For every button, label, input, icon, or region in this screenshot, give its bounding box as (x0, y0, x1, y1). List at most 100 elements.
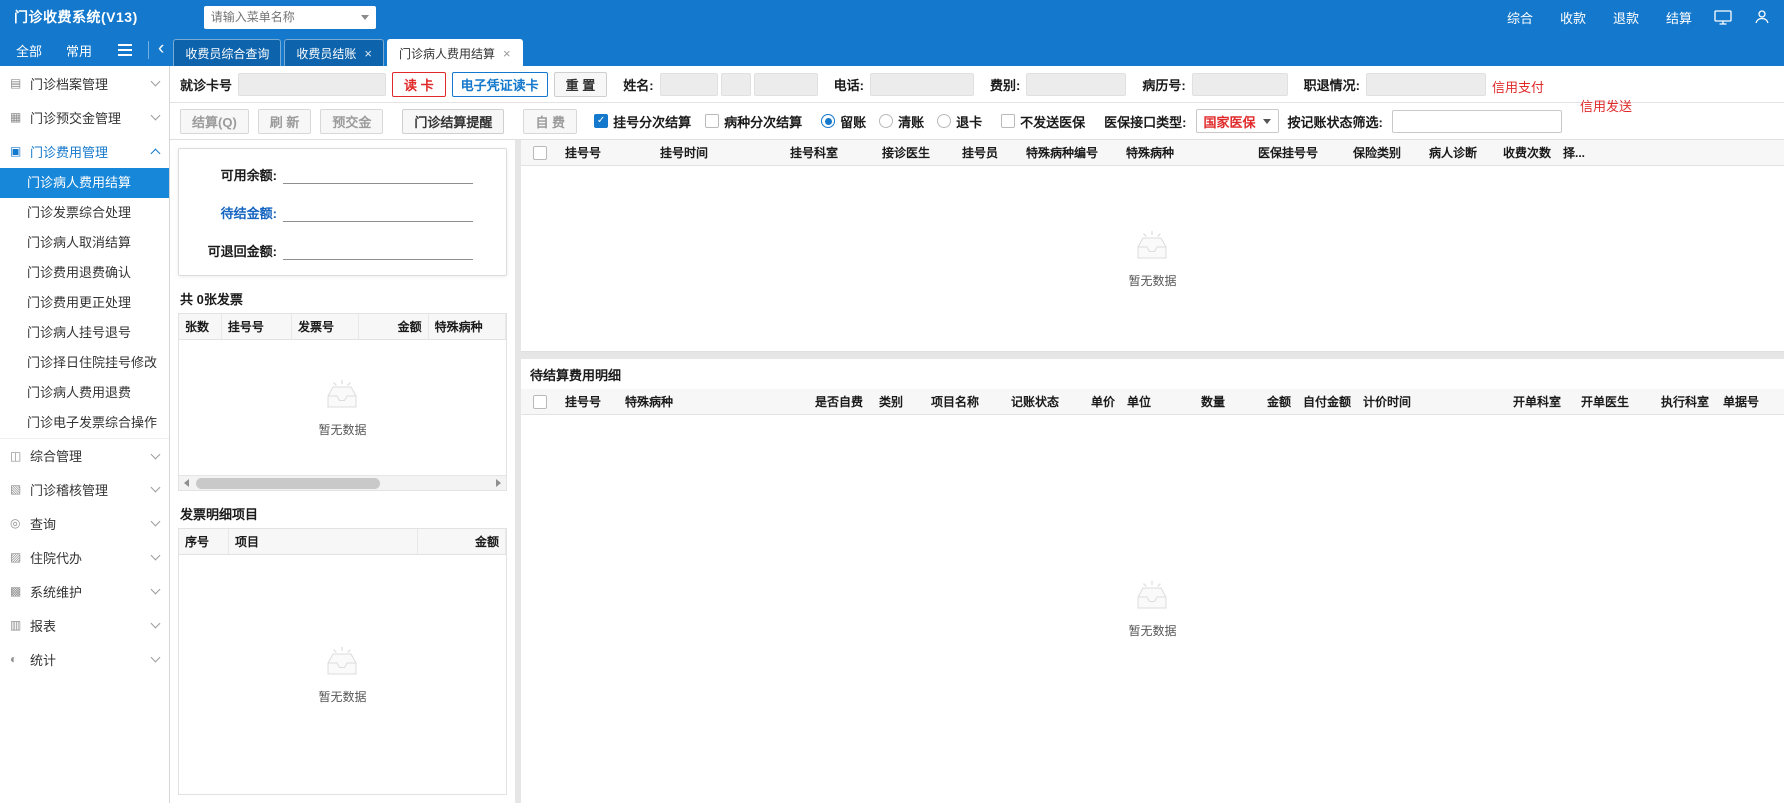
sidebar-group-16[interactable]: ▩ 系统维护 (0, 574, 169, 608)
name-field[interactable] (659, 72, 718, 96)
sidebar-group-2[interactable]: ▣ 门诊费用管理 (0, 134, 169, 168)
menu-search-input[interactable] (210, 10, 361, 24)
column-header[interactable]: 计价时间 (1357, 389, 1507, 414)
available-balance-input[interactable] (283, 164, 473, 184)
column-header[interactable]: 择... (1557, 140, 1603, 165)
sidebar-group-17[interactable]: ▥ 报表 (0, 608, 169, 642)
scroll-left-icon[interactable] (179, 476, 194, 491)
column-header[interactable]: 金额 (418, 529, 506, 554)
sidebar-item-7[interactable]: 门诊费用更正处理 (0, 288, 169, 318)
column-header[interactable]: 病人诊断 (1423, 140, 1497, 165)
refresh-button[interactable]: 刷 新 (257, 108, 312, 134)
topbar-link-refund[interactable]: 退款 (1613, 8, 1639, 27)
column-header[interactable]: 数量 (1161, 389, 1231, 414)
checkbox-icon[interactable] (705, 114, 720, 128)
filter-all[interactable]: 全部 (16, 41, 42, 60)
select-all-checkbox[interactable] (533, 145, 547, 160)
read-card-button[interactable]: 读 卡 (392, 71, 446, 97)
column-header[interactable]: 自付金额 (1297, 389, 1357, 414)
column-header[interactable]: 特殊病种编号 (1020, 140, 1120, 165)
column-header[interactable]: 记账状态 (1005, 389, 1071, 414)
refundable-amount-input[interactable] (283, 240, 473, 260)
sidebar-group-1[interactable]: ▦ 门诊预交金管理 (0, 100, 169, 134)
record-no-input[interactable] (1191, 72, 1288, 96)
column-header[interactable]: 保险类别 (1347, 140, 1423, 165)
close-icon[interactable]: × (364, 46, 372, 61)
pending-amount-input[interactable] (283, 202, 473, 222)
sidebar-group-18[interactable]: ◐ 统计 (0, 642, 169, 676)
radio-icon[interactable] (821, 114, 836, 128)
column-header[interactable]: 挂号科室 (784, 140, 876, 165)
chevron-down-icon[interactable] (360, 14, 369, 20)
settle-button[interactable]: 结算(Q) (180, 108, 249, 134)
column-header[interactable]: 单位 (1121, 389, 1161, 414)
column-header[interactable]: 开单医生 (1575, 389, 1655, 414)
sidebar-item-3[interactable]: 门诊病人费用结算 (0, 168, 169, 198)
column-header[interactable]: 挂号时间 (654, 140, 784, 165)
column-header[interactable]: 开单科室 (1507, 389, 1575, 414)
sidebar-item-4[interactable]: 门诊发票综合处理 (0, 198, 169, 228)
tab-cashier-query[interactable]: 收费员综合查询 (173, 39, 282, 66)
menu-search[interactable] (203, 5, 376, 29)
column-header[interactable]: 单据号 (1717, 389, 1765, 414)
column-header[interactable]: 序号 (179, 529, 229, 554)
column-header[interactable]: 项目 (229, 529, 418, 554)
sidebar-item-5[interactable]: 门诊病人取消结算 (0, 228, 169, 258)
column-header[interactable]: 特殊病种 (429, 314, 506, 339)
credit-pay-link[interactable]: 信用支付 (1492, 77, 1544, 96)
billing-status-filter-input[interactable] (1391, 109, 1562, 133)
sidebar-item-9[interactable]: 门诊择日住院挂号修改 (0, 348, 169, 378)
sidebar-group-15[interactable]: ▨ 住院代办 (0, 540, 169, 574)
reset-button[interactable]: 重 置 (553, 71, 608, 97)
horizontal-scrollbar[interactable] (179, 475, 506, 490)
sidebar-item-6[interactable]: 门诊费用退费确认 (0, 258, 169, 288)
column-header[interactable]: 金额 (359, 314, 429, 339)
column-header[interactable]: 是否自费 (809, 389, 873, 414)
column-header[interactable]: 特殊病种 (1120, 140, 1252, 165)
fee-type-input[interactable] (1026, 72, 1127, 96)
prepay-button[interactable]: 预交金 (320, 108, 384, 134)
credit-send-link[interactable]: 信用发送 (1580, 96, 1632, 115)
topbar-link-settle[interactable]: 结算 (1666, 8, 1692, 27)
column-header[interactable]: 执行科室 (1655, 389, 1717, 414)
column-header[interactable]: 挂号号 (559, 389, 619, 414)
scroll-right-icon[interactable] (491, 476, 506, 491)
user-icon[interactable] (1754, 9, 1770, 25)
scrollbar-track[interactable] (194, 476, 491, 490)
sidebar-item-8[interactable]: 门诊病人挂号退号 (0, 318, 169, 348)
column-header[interactable]: 挂号号 (559, 140, 654, 165)
sidebar-group-12[interactable]: ◫ 综合管理 (0, 438, 169, 472)
sidebar-group-13[interactable]: ▧ 门诊稽核管理 (0, 472, 169, 506)
column-header[interactable]: 医保挂号号 (1252, 140, 1347, 165)
sidebar-group-14[interactable]: ◎ 查询 (0, 506, 169, 540)
topbar-link-receive[interactable]: 收款 (1560, 8, 1586, 27)
menu-icon[interactable] (118, 44, 133, 56)
settle-mode-checkbox-1[interactable]: 病种分次结算 (705, 112, 802, 131)
filter-common[interactable]: 常用 (66, 41, 92, 60)
sidebar-item-11[interactable]: 门诊电子发票综合操作 (0, 408, 169, 438)
radio-icon[interactable] (879, 114, 894, 128)
screen-icon[interactable] (1714, 9, 1732, 25)
checkbox-icon[interactable] (1001, 114, 1016, 128)
tab-cashier-checkout[interactable]: 收费员结账 × (284, 39, 384, 66)
sidebar-group-0[interactable]: ▤ 门诊档案管理 (0, 66, 169, 100)
checkbox-icon[interactable]: ✓ (594, 114, 609, 128)
column-header[interactable]: 项目名称 (925, 389, 1005, 414)
name-sub-field-2[interactable] (753, 72, 818, 96)
column-header[interactable]: 类别 (873, 389, 925, 414)
topbar-link-comprehensive[interactable]: 综合 (1507, 8, 1533, 27)
phone-input[interactable] (869, 72, 974, 96)
column-header[interactable]: 收费次数 (1497, 140, 1557, 165)
no-send-insurance-checkbox[interactable]: 不发送医保 (1001, 112, 1085, 131)
column-header[interactable]: 张数 (179, 314, 222, 339)
chevron-left-icon[interactable]: ‹ (158, 39, 164, 61)
self-pay-button[interactable]: 自 费 (523, 108, 578, 134)
name-sub-field-1[interactable] (720, 72, 751, 96)
radio-icon[interactable] (937, 114, 952, 128)
tab-patient-fee-settlement[interactable]: 门诊病人费用结算 × (386, 39, 523, 66)
settle-reminder-button[interactable]: 门诊结算提醒 (402, 108, 505, 134)
retire-status-input[interactable] (1366, 72, 1486, 96)
column-header[interactable]: 金额 (1231, 389, 1297, 414)
column-header[interactable]: 单价 (1071, 389, 1121, 414)
column-header[interactable]: 挂号号 (222, 314, 293, 339)
